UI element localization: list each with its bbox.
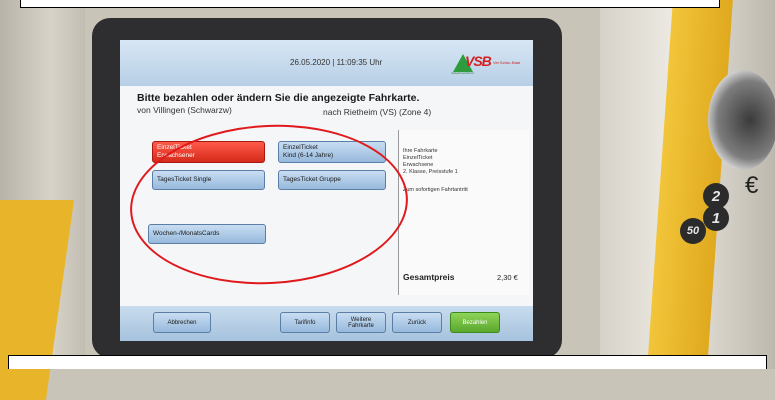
bottom-caption-box	[8, 355, 767, 369]
route-to: nach Rietheim (VS) (Zone 4)	[323, 107, 432, 117]
action-bar: Abbrechen Tarifinfo Weitere Fahrkarte Zu…	[120, 306, 533, 341]
euro-symbol: €	[745, 172, 759, 199]
logo-sub: Ver.Schw.-Baar	[493, 60, 521, 65]
coin-slot[interactable]	[708, 70, 775, 170]
cancel-label: Abbrechen	[167, 319, 197, 326]
screen-header: 26.05.2020 | 11:09:35 Uhr VSB Ver.Schw.-…	[120, 40, 533, 86]
summary-line: 2. Klasse, Preisstufe 1	[403, 169, 458, 175]
more-tickets-button[interactable]: Weitere Fahrkarte	[336, 312, 386, 333]
summary-line: Erwachsene	[403, 162, 434, 168]
pay-label: Bezahlen	[462, 319, 488, 326]
coin-1-euro-icon: 1	[703, 205, 729, 231]
datetime: 26.05.2020 | 11:09:35 Uhr	[290, 58, 383, 67]
summary-line: EinzelTicket	[403, 155, 433, 161]
total-value: 2,30 €	[497, 273, 518, 282]
top-caption-box	[20, 0, 720, 8]
summary-line: Ihre Fahrkarte	[403, 148, 438, 154]
cancel-button[interactable]: Abbrechen	[153, 312, 211, 333]
pay-button[interactable]: Bezahlen	[450, 312, 500, 333]
summary-validity: Zum sofortigen Fahrtantritt	[403, 187, 468, 193]
logo-tag: Verkehrsverbund	[451, 71, 474, 75]
route-from: von Villingen (Schwarzw)	[137, 105, 232, 115]
coin-50-cent-icon: 50	[680, 218, 706, 244]
page-title: Bitte bezahlen oder ändern Sie die angez…	[137, 92, 420, 104]
logo-text: VSB	[465, 53, 492, 69]
back-button[interactable]: Zurück	[392, 312, 442, 333]
total-label: Gesamtpreis	[403, 272, 455, 282]
more-label-2: Fahrkarte	[348, 322, 374, 329]
tariff-info-button[interactable]: Tarifinfo	[280, 312, 330, 333]
vsb-logo: VSB Ver.Schw.-Baar Verkehrsverbund	[445, 50, 525, 76]
ticket-summary-panel: Ihre Fahrkarte EinzelTicket Erwachsene 2…	[398, 130, 529, 295]
back-label: Zurück	[407, 319, 427, 326]
tariff-label: Tarifinfo	[294, 319, 316, 326]
